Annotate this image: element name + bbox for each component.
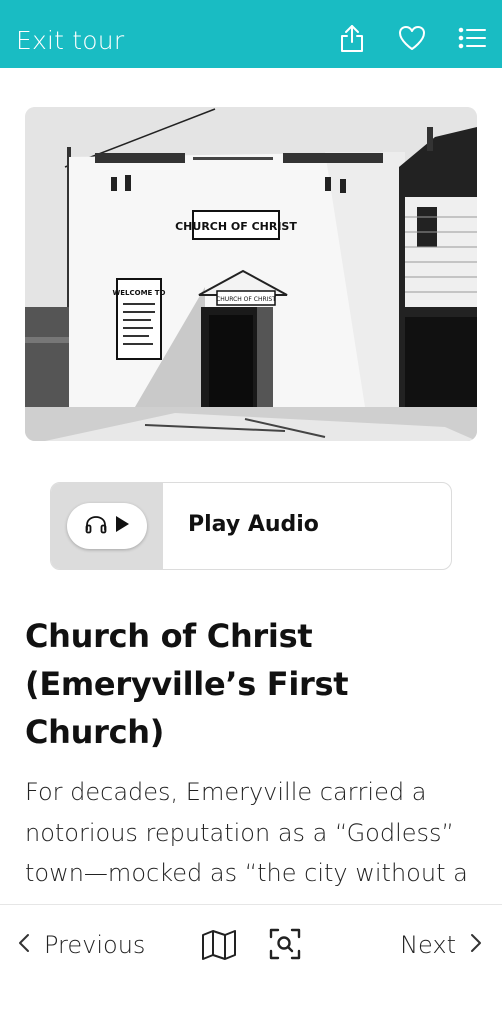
chevron-left-icon (18, 933, 30, 958)
heart-icon[interactable] (396, 22, 428, 54)
list-icon[interactable] (456, 22, 488, 54)
play-audio-card[interactable]: Play Audio (50, 482, 452, 570)
audio-control-area (51, 483, 163, 569)
church-photo: CHURCH OF CHRIST WELCOME TO CHURCH OF CH… (25, 107, 477, 441)
map-icon[interactable] (201, 929, 237, 961)
share-icon[interactable] (336, 22, 368, 54)
welcome-sign: WELCOME TO (113, 289, 166, 297)
top-bar: Exit tour (0, 0, 502, 68)
play-audio-label[interactable]: Play Audio (188, 512, 319, 537)
previous-label: Previous (44, 931, 146, 959)
exit-tour-button[interactable]: Exit tour (16, 26, 124, 55)
scan-icon[interactable] (268, 927, 302, 961)
headphones-icon (84, 514, 108, 538)
play-icon (114, 515, 130, 537)
next-label: Next (400, 931, 456, 959)
next-button[interactable]: Next (400, 931, 482, 959)
chevron-right-icon (470, 933, 482, 958)
audio-play-button[interactable] (67, 503, 147, 549)
church-sign: CHURCH OF CHRIST (175, 220, 297, 233)
bottom-nav: Previous Next (0, 904, 502, 1024)
previous-button[interactable]: Previous (18, 931, 145, 959)
article-body: For decades, Emeryville carried a notori… (25, 778, 468, 902)
page-title: Church of Christ (Emeryville’s First Chu… (25, 617, 349, 751)
door-sign: CHURCH OF CHRIST (216, 296, 276, 303)
